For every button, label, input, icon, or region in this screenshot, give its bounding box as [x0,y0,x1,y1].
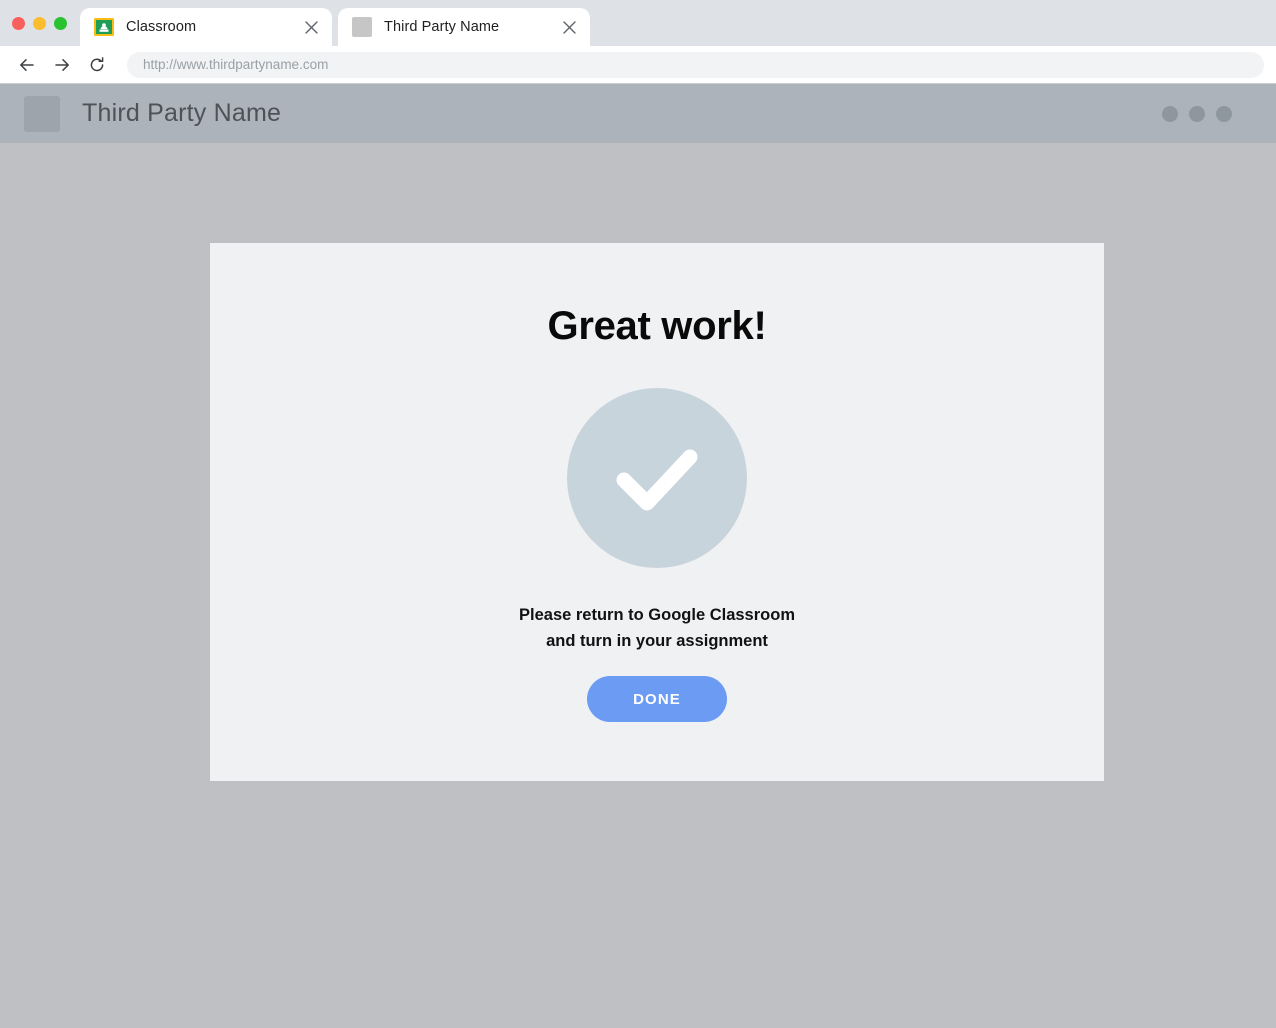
nav-dot-2-icon[interactable] [1189,105,1205,122]
tab-close-icon[interactable] [558,16,580,38]
page-title: Great work! [547,304,767,348]
window-maximize-button[interactable] [54,16,67,30]
address-bar[interactable]: http://www.thirdpartyname.com [127,51,1264,78]
completion-message: Please return to Google Classroom and tu… [519,602,795,654]
forward-icon[interactable] [47,50,77,80]
nav-dot-3-icon[interactable] [1216,105,1232,122]
tab-close-icon[interactable] [300,16,322,38]
site-header: Third Party Name [0,84,1276,143]
nav-dot-1-icon[interactable] [1162,105,1178,122]
tab-third-party-name[interactable]: Third Party Name [338,8,590,46]
tab-classroom[interactable]: Classroom [80,8,332,46]
completion-message-line-1: Please return to Google Classroom [519,606,795,624]
page-viewport: Third Party Name Great work! Please retu… [0,84,1276,1028]
reload-icon[interactable] [82,50,112,80]
done-button[interactable]: DONE [587,676,727,722]
tab-list: Classroom Third Party Name [80,0,596,46]
tab-title: Third Party Name [384,19,500,35]
site-name: Third Party Name [82,99,282,127]
tab-title: Classroom [126,19,197,35]
site-logo-placeholder [24,95,60,132]
page-body: Great work! Please return to Google Clas… [0,143,1276,1028]
address-bar-url: http://www.thirdpartyname.com [143,57,329,72]
header-nav-dots [1162,105,1254,122]
back-icon[interactable] [12,50,42,80]
completion-message-line-2: and turn in your assignment [546,632,768,650]
checkmark-circle-icon [567,388,747,568]
placeholder-square-icon [352,17,372,37]
browser-tab-strip: Classroom Third Party Name [0,0,1276,46]
google-classroom-icon [94,17,114,37]
completion-card: Great work! Please return to Google Clas… [210,243,1104,781]
window-minimize-button[interactable] [33,16,46,30]
browser-toolbar: http://www.thirdpartyname.com [0,46,1276,84]
window-controls [0,0,79,46]
window-close-button[interactable] [12,16,25,30]
browser-window: Classroom Third Party Name http://www.th… [0,0,1276,1028]
